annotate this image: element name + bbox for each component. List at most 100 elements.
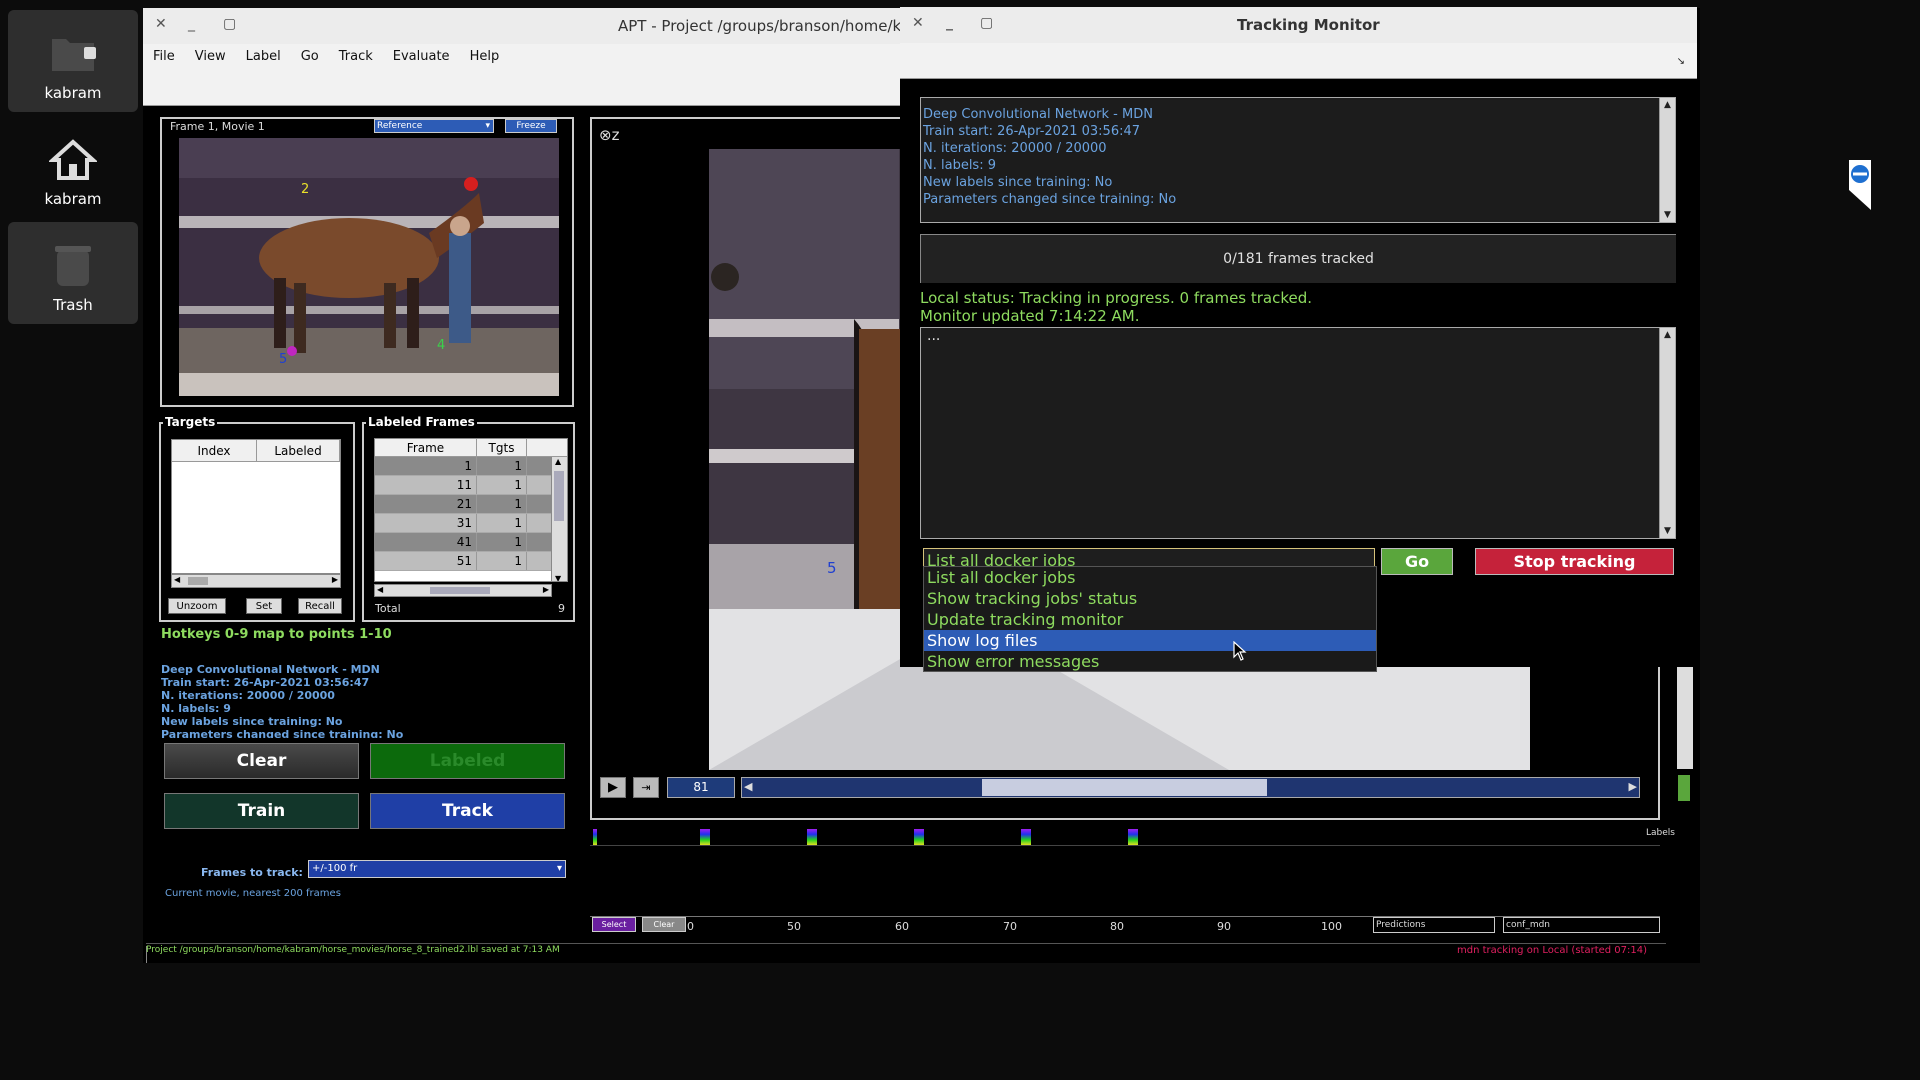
scroll-thumb[interactable] [188, 577, 208, 585]
clear-button[interactable]: Clear [164, 743, 359, 779]
arrow-up-icon[interactable]: ▲ [1660, 98, 1675, 112]
toolbar [143, 68, 903, 106]
go-button[interactable]: Go [1381, 548, 1453, 575]
info-vscrollbar[interactable]: ▲ ▼ [1659, 98, 1675, 222]
desktop-item-home-folder[interactable]: kabram [8, 10, 138, 112]
minimize-icon[interactable]: _ [946, 15, 953, 31]
clear-small-button[interactable]: Clear [642, 917, 686, 932]
option-list-docker-jobs[interactable]: List all docker jobs [924, 567, 1376, 588]
table-row[interactable]: 11 [375, 457, 567, 476]
arrow-down-icon[interactable]: ▼ [1660, 524, 1675, 538]
column-header-labeled[interactable]: Labeled [257, 440, 340, 461]
apt-titlebar: ✕ _ ▢ APT - Project /groups/branson/home… [143, 8, 910, 44]
maximize-icon[interactable]: ▢ [980, 15, 993, 31]
menu-view[interactable]: View [185, 49, 236, 64]
targets-table[interactable]: Index Labeled [171, 439, 341, 574]
play-icon[interactable]: ▶ [600, 777, 626, 798]
tracking-status: Local status: Tracking in progress. 0 fr… [920, 289, 1312, 325]
info-line: Deep Convolutional Network - MDN [923, 107, 1153, 122]
window-title: Tracking Monitor [1237, 16, 1380, 34]
window-title: APT - Project /groups/branson/home/ka [618, 17, 911, 35]
menu-label[interactable]: Label [236, 49, 291, 64]
freeze-button[interactable]: Freeze [505, 119, 557, 133]
cell-frame: 31 [375, 514, 477, 532]
arrow-right-icon[interactable]: ▶ [1629, 780, 1637, 793]
unzoom-button[interactable]: Unzoom [168, 598, 226, 614]
scroll-thumb[interactable] [430, 587, 490, 594]
option-show-log-files[interactable]: Show log files [924, 630, 1376, 651]
close-icon[interactable]: ✕ [155, 16, 167, 32]
stop-tracking-button[interactable]: Stop tracking [1475, 548, 1674, 575]
info-line: Deep Convolutional Network - MDN [161, 663, 380, 676]
slider-thumb[interactable] [982, 779, 1267, 796]
column-header-tgts[interactable]: Tgts [477, 439, 527, 456]
arrow-left-icon[interactable]: ◀ [377, 585, 383, 594]
labeled-frames-hscrollbar[interactable]: ◀ ▶ [374, 584, 552, 597]
arrow-right-icon[interactable]: ▶ [332, 575, 338, 584]
menu-help[interactable]: Help [460, 49, 510, 64]
toolbar-expand-icon[interactable]: ↘ [1677, 56, 1685, 67]
point-label-4[interactable]: 4 [437, 338, 445, 353]
play-segment-icon[interactable]: ⇥ [633, 777, 659, 798]
scroll-thumb[interactable] [554, 471, 564, 521]
timeline-label-mark [807, 829, 817, 845]
log-vscrollbar[interactable]: ▲ ▼ [1659, 328, 1675, 538]
set-button[interactable]: Set [246, 598, 282, 614]
minimize-icon[interactable]: _ [188, 16, 195, 32]
tracking-log[interactable]: ... ▲ ▼ [920, 327, 1676, 539]
arrow-right-icon[interactable]: ▶ [543, 585, 549, 594]
timeline-label-mark [700, 829, 710, 845]
select-button[interactable]: Select [592, 917, 636, 932]
menu-track[interactable]: Track [329, 49, 383, 64]
desktop-item-trash[interactable]: Trash [8, 222, 138, 324]
arrow-down-icon[interactable]: ▼ [1660, 208, 1675, 222]
point-label-5[interactable]: 5 [279, 352, 287, 367]
labeled-button[interactable]: Labeled [370, 743, 565, 779]
arrow-up-icon[interactable]: ▲ [555, 457, 561, 466]
option-show-tracking-status[interactable]: Show tracking jobs' status [924, 588, 1376, 609]
point-marker[interactable] [287, 346, 297, 356]
timeline-axis-bottom [590, 916, 1660, 917]
column-header-frame[interactable]: Frame [375, 439, 477, 456]
maximize-icon[interactable]: ▢ [223, 16, 236, 32]
zoom-toggle-icon[interactable]: ⊗z [599, 126, 619, 144]
frame-slider[interactable]: ◀ ▶ [741, 777, 1640, 798]
menu-file[interactable]: File [143, 49, 185, 64]
option-update-tracking-monitor[interactable]: Update tracking monitor [924, 609, 1376, 630]
table-row[interactable]: 51 1 [375, 552, 567, 571]
point-label-5[interactable]: 5 [827, 559, 837, 577]
table-row[interactable]: 11 1 [375, 476, 567, 495]
arrow-down-icon[interactable]: ▼ [555, 574, 561, 581]
table-row[interactable]: 21 1 [375, 495, 567, 514]
menubar: File View Label Go Track Evaluate Help [143, 44, 903, 68]
frame-number-field[interactable]: 81 [667, 777, 735, 798]
close-icon[interactable]: ✕ [912, 15, 924, 31]
predictions-select[interactable]: Predictions [1373, 917, 1495, 933]
track-button[interactable]: Track [370, 793, 565, 829]
targets-title: Targets [163, 415, 218, 429]
column-header-index[interactable]: Index [172, 440, 257, 461]
arrow-left-icon[interactable]: ◀ [174, 575, 180, 584]
labeled-frames-table[interactable]: Frame Tgts 11 11 1 21 1 31 1 41 1 51 1 ▲ ▼ [374, 438, 568, 582]
table-row[interactable]: 31 1 [375, 514, 567, 533]
conf-select[interactable]: conf_mdn [1503, 917, 1660, 933]
arrow-left-icon[interactable]: ◀ [744, 780, 752, 793]
frames-to-track-select[interactable]: +/-100 fr ▾ [308, 860, 566, 878]
menu-evaluate[interactable]: Evaluate [383, 49, 460, 64]
arrow-up-icon[interactable]: ▲ [1660, 328, 1675, 342]
recall-button[interactable]: Recall [298, 598, 342, 614]
menu-go[interactable]: Go [291, 49, 329, 64]
labeled-frames-vscrollbar[interactable]: ▲ ▼ [551, 457, 567, 581]
targets-hscrollbar[interactable]: ◀ ▶ [171, 574, 341, 588]
point-label-2[interactable]: 2 [301, 182, 309, 197]
option-show-error-messages[interactable]: Show error messages [924, 651, 1376, 672]
table-row[interactable]: 41 1 [375, 533, 567, 552]
reference-select[interactable]: Reference ▾ [374, 119, 494, 133]
teamviewer-icon[interactable] [1847, 160, 1871, 210]
cell-frame: 51 [375, 552, 477, 570]
desktop-item-home[interactable]: kabram [8, 118, 138, 218]
reference-image[interactable]: 2 5 4 [179, 138, 559, 396]
train-button[interactable]: Train [164, 793, 359, 829]
action-dropdown-list[interactable]: List all docker jobs Show tracking jobs'… [923, 566, 1377, 672]
timeline[interactable]: Labels [590, 820, 1696, 920]
